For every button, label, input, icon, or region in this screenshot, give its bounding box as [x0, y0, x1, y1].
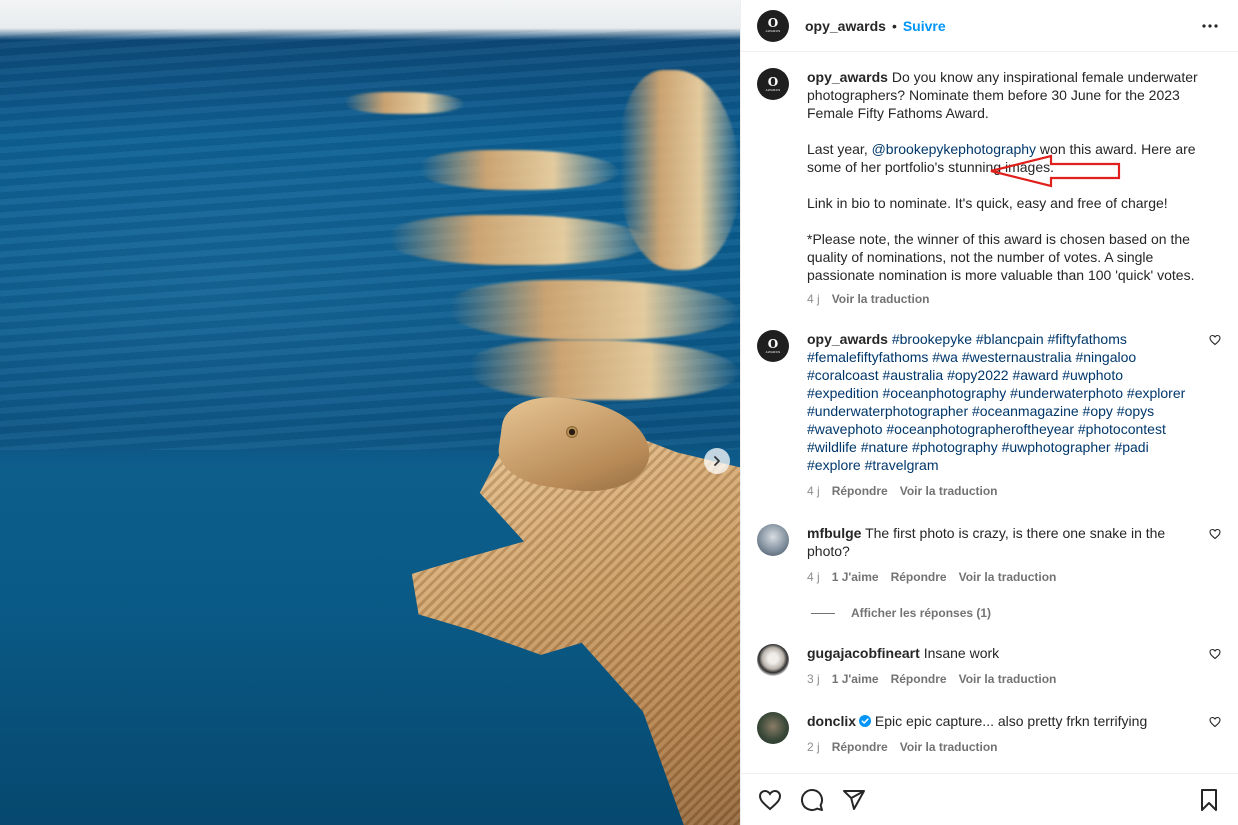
reply-button[interactable]: Répondre	[832, 738, 888, 756]
comment-text: The first photo is crazy, is there one s…	[807, 525, 1166, 559]
reply-button[interactable]: Répondre	[891, 670, 947, 688]
like-comment-button[interactable]	[1208, 716, 1222, 730]
comment-username[interactable]: donclix	[807, 713, 856, 729]
timestamp[interactable]: 4 j	[807, 482, 820, 500]
bookmark-icon	[1201, 788, 1217, 811]
chevron-right-icon	[714, 456, 720, 466]
comment-username[interactable]: opy_awards	[807, 331, 888, 347]
see-translation-button[interactable]: Voir la traduction	[900, 482, 998, 500]
timestamp[interactable]: 4 j	[807, 568, 820, 586]
see-translation-button[interactable]: Voir la traduction	[959, 670, 1057, 688]
like-comment-button[interactable]	[1208, 334, 1222, 348]
post-actions-bar	[741, 773, 1238, 825]
comment-icon	[801, 788, 823, 811]
comments-list[interactable]: O AWARDS opy_awards Do you know any inspi…	[741, 52, 1238, 773]
likes-count-button[interactable]: 1 J'aime	[832, 670, 879, 688]
avatar[interactable]: O AWARDS	[757, 9, 789, 42]
hashtags-text[interactable]: #brookepyke #blancpain #fiftyfathoms #fe…	[807, 331, 1185, 473]
caption-text: *Please note, the winner of this award i…	[807, 231, 1195, 283]
avatar[interactable]: O AWARDS	[757, 330, 789, 362]
see-translation-button[interactable]: Voir la traduction	[832, 290, 930, 308]
reply-button[interactable]: Répondre	[832, 482, 888, 500]
avatar[interactable]	[757, 644, 789, 676]
share-button[interactable]	[841, 787, 867, 813]
like-button[interactable]	[757, 787, 783, 813]
heart-icon	[1209, 716, 1221, 728]
save-button[interactable]	[1196, 787, 1222, 813]
post-sidebar: O AWARDS opy_awards • Suivre O AWARDS opy_…	[740, 0, 1238, 825]
replies-divider	[811, 612, 835, 614]
caption-text: Last year,	[807, 141, 872, 157]
avatar[interactable]	[757, 524, 789, 556]
like-comment-button[interactable]	[1208, 528, 1222, 542]
see-translation-button[interactable]: Voir la traduction	[959, 568, 1057, 586]
post-header: O AWARDS opy_awards • Suivre	[741, 0, 1238, 52]
view-replies-button[interactable]: Afficher les réponses (1)	[851, 606, 991, 620]
post-photo	[0, 0, 740, 825]
comment-button[interactable]	[799, 787, 825, 813]
avatar[interactable]: O AWARDS	[757, 68, 789, 100]
reflection	[345, 92, 465, 114]
comment: gugajacobfineart Insane work 3 j 1 J'aim…	[757, 644, 1222, 688]
timestamp[interactable]: 2 j	[807, 738, 820, 756]
likes-count-button[interactable]: 1 J'aime	[832, 568, 879, 586]
heart-icon	[1209, 648, 1221, 660]
comment-text: Epic epic capture... also pretty frkn te…	[874, 713, 1148, 729]
comment-text: Insane work	[923, 645, 1000, 661]
see-translation-button[interactable]: Voir la traduction	[900, 738, 998, 756]
comment-username[interactable]: gugajacobfineart	[807, 645, 920, 661]
timestamp[interactable]: 4 j	[807, 290, 820, 308]
caption-username[interactable]: opy_awards	[807, 69, 888, 85]
caption: O AWARDS opy_awards Do you know any inspi…	[757, 68, 1222, 308]
comment: mfbulge The first photo is crazy, is the…	[757, 524, 1222, 586]
follow-button[interactable]: Suivre	[903, 18, 946, 34]
reflection	[420, 150, 620, 190]
reply-button[interactable]: Répondre	[891, 568, 947, 586]
view-replies-row: Afficher les réponses (1)	[811, 606, 1222, 620]
comment-username[interactable]: mfbulge	[807, 525, 861, 541]
author-username[interactable]: opy_awards	[805, 18, 886, 34]
avatar[interactable]	[757, 712, 789, 744]
caption-text: Link in bio to nominate. It's quick, eas…	[807, 195, 1168, 211]
comment: O AWARDS opy_awards #brookepyke #blancpai…	[757, 330, 1222, 500]
annotation-arrow-icon	[990, 154, 1121, 188]
comment: donclix Epic epic capture... also pretty…	[757, 712, 1222, 756]
more-horizontal-icon	[1202, 23, 1218, 28]
separator-dot: •	[891, 17, 897, 34]
heart-icon	[1209, 334, 1221, 346]
next-photo-button[interactable]	[704, 448, 730, 474]
more-options-button[interactable]	[1198, 14, 1222, 38]
paper-plane-icon	[843, 789, 865, 810]
sea-snake-eye	[566, 426, 578, 438]
verified-badge-icon	[859, 715, 872, 727]
like-comment-button[interactable]	[1208, 648, 1222, 662]
reflection	[390, 215, 650, 265]
heart-icon	[1209, 528, 1221, 540]
timestamp[interactable]: 3 j	[807, 670, 820, 688]
heart-icon	[758, 789, 782, 810]
